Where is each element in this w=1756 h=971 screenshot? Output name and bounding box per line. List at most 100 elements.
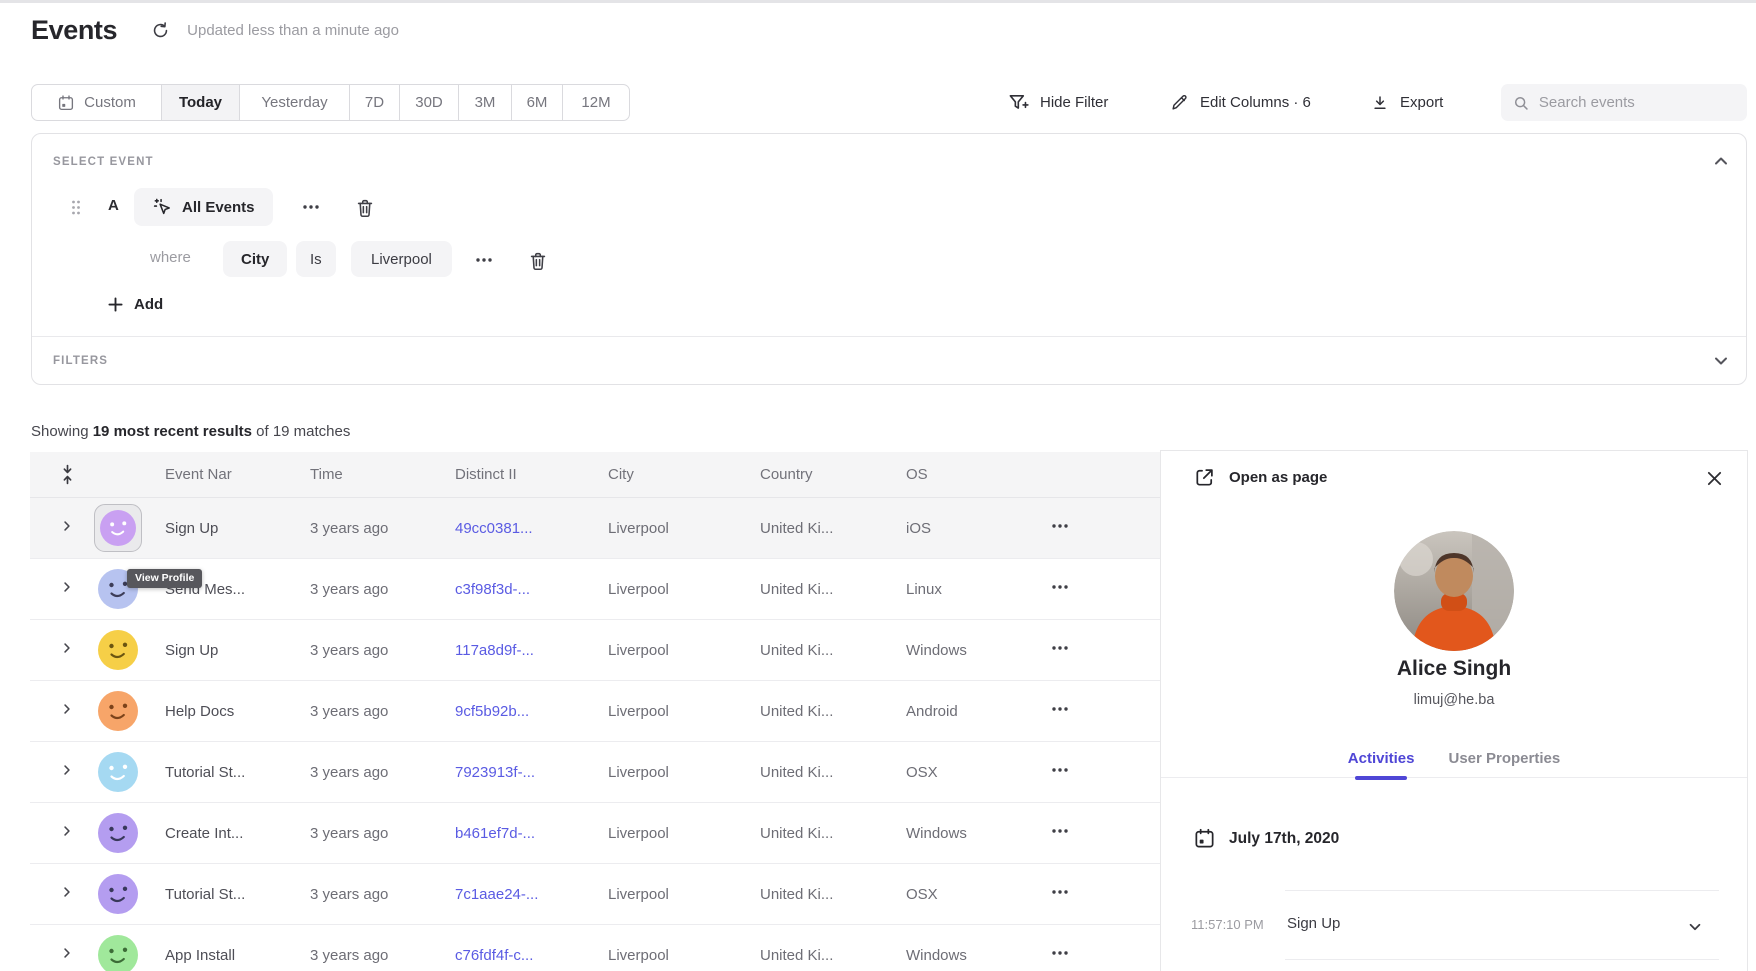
expand-row-icon[interactable] bbox=[60, 824, 74, 838]
operator-chip[interactable]: Is bbox=[296, 241, 336, 277]
delete-filter-icon[interactable] bbox=[525, 248, 551, 274]
row-actions-icon[interactable] bbox=[1050, 699, 1070, 719]
profile-avatar[interactable] bbox=[94, 504, 142, 552]
distinct-id-link[interactable]: 7c1aae24-... bbox=[455, 886, 538, 903]
activity-date-row: July 17th, 2020 bbox=[1193, 827, 1339, 850]
hide-filter-button[interactable]: Hide Filter bbox=[1008, 84, 1108, 121]
column-time[interactable]: Time bbox=[301, 466, 446, 483]
event-name-cell: Sign Up bbox=[165, 642, 218, 659]
activity-divider bbox=[1285, 890, 1719, 891]
os-cell: Windows bbox=[906, 947, 967, 964]
expand-activity-icon[interactable] bbox=[1687, 919, 1703, 935]
collapse-section-icon[interactable] bbox=[1712, 152, 1730, 170]
range-yesterday-button[interactable]: Yesterday bbox=[239, 85, 349, 120]
column-event-name[interactable]: Event Nar bbox=[156, 466, 301, 483]
os-cell: Android bbox=[906, 703, 958, 720]
distinct-id-link[interactable]: 7923913f-... bbox=[455, 764, 535, 781]
profile-avatar[interactable] bbox=[94, 931, 142, 971]
range-3m-button[interactable]: 3M bbox=[458, 85, 511, 120]
avatar-face-icon bbox=[100, 510, 136, 546]
event-options-icon[interactable] bbox=[299, 195, 323, 219]
range-12m-button[interactable]: 12M bbox=[562, 85, 629, 120]
table-row[interactable]: Create Int... 3 years ago b461ef7d-... L… bbox=[30, 803, 1161, 864]
range-30d-button[interactable]: 30D bbox=[399, 85, 458, 120]
refresh-icon[interactable] bbox=[151, 21, 170, 40]
range-today-button[interactable]: Today bbox=[161, 85, 239, 120]
row-actions-icon[interactable] bbox=[1050, 760, 1070, 780]
profile-avatar[interactable] bbox=[94, 870, 142, 918]
profile-avatar[interactable] bbox=[94, 626, 142, 674]
collapse-rows-icon[interactable] bbox=[30, 464, 80, 485]
country-cell: United Ki... bbox=[760, 764, 833, 781]
event-name-cell: Tutorial St... bbox=[165, 764, 245, 781]
clause-letter: A bbox=[108, 197, 119, 214]
search-events-box[interactable] bbox=[1501, 84, 1747, 121]
city-cell: Liverpool bbox=[608, 642, 669, 659]
page-title: Events bbox=[31, 15, 117, 46]
distinct-id-link[interactable]: 117a8d9f-... bbox=[455, 642, 534, 659]
expand-row-icon[interactable] bbox=[60, 519, 74, 533]
distinct-id-link[interactable]: 9cf5b92b... bbox=[455, 703, 529, 720]
property-chip[interactable]: City bbox=[223, 241, 287, 277]
row-actions-icon[interactable] bbox=[1050, 943, 1070, 963]
row-actions-icon[interactable] bbox=[1050, 882, 1070, 902]
expand-row-icon[interactable] bbox=[60, 763, 74, 777]
close-panel-icon[interactable] bbox=[1706, 470, 1723, 487]
filters-bar[interactable]: FILTERS bbox=[53, 336, 1730, 386]
city-cell: Liverpool bbox=[608, 764, 669, 781]
search-input[interactable] bbox=[1539, 94, 1735, 111]
row-actions-icon[interactable] bbox=[1050, 638, 1070, 658]
expand-row-icon[interactable] bbox=[60, 641, 74, 655]
os-cell: Linux bbox=[906, 581, 942, 598]
date-range-group: Custom Today Yesterday 7D 30D 3M 6M 12M bbox=[31, 84, 630, 121]
pencil-icon bbox=[1170, 93, 1189, 112]
distinct-id-link[interactable]: c3f98f3d-... bbox=[455, 581, 530, 598]
expand-row-icon[interactable] bbox=[60, 946, 74, 960]
table-row[interactable]: Tutorial St... 3 years ago 7923913f-... … bbox=[30, 742, 1161, 803]
edit-columns-button[interactable]: Edit Columns · 6 bbox=[1170, 84, 1311, 121]
time-cell: 3 years ago bbox=[310, 703, 388, 720]
value-chip[interactable]: Liverpool bbox=[351, 241, 452, 277]
profile-avatar[interactable] bbox=[94, 809, 142, 857]
distinct-id-link[interactable]: 49cc0381... bbox=[455, 520, 533, 537]
column-country[interactable]: Country bbox=[751, 466, 897, 483]
profile-avatar[interactable] bbox=[94, 748, 142, 796]
select-event-label: SELECT EVENT bbox=[53, 156, 154, 168]
row-actions-icon[interactable] bbox=[1050, 577, 1070, 597]
table-row[interactable]: Help Docs 3 years ago 9cf5b92b... Liverp… bbox=[30, 681, 1161, 742]
row-actions-icon[interactable] bbox=[1050, 821, 1070, 841]
add-button[interactable]: Add bbox=[108, 290, 163, 318]
table-row[interactable]: App Install 3 years ago c76fdf4f-c... Li… bbox=[30, 925, 1161, 971]
all-events-chip[interactable]: All Events bbox=[134, 188, 273, 226]
profile-avatar[interactable] bbox=[94, 687, 142, 735]
filter-options-icon[interactable] bbox=[472, 248, 496, 272]
distinct-id-link[interactable]: b461ef7d-... bbox=[455, 825, 535, 842]
country-cell: United Ki... bbox=[760, 642, 833, 659]
time-cell: 3 years ago bbox=[310, 886, 388, 903]
column-distinct-id[interactable]: Distinct II bbox=[446, 466, 599, 483]
range-6m-button[interactable]: 6M bbox=[511, 85, 562, 120]
table-row[interactable]: Tutorial St... 3 years ago 7c1aae24-... … bbox=[30, 864, 1161, 925]
column-city[interactable]: City bbox=[599, 466, 751, 483]
drag-handle-icon[interactable] bbox=[70, 199, 82, 216]
range-7d-button[interactable]: 7D bbox=[349, 85, 399, 120]
range-custom-button[interactable]: Custom bbox=[32, 85, 161, 120]
expand-row-icon[interactable] bbox=[60, 580, 74, 594]
table-row[interactable]: Sign Up 3 years ago 49cc0381... Liverpoo… bbox=[30, 498, 1161, 559]
row-actions-icon[interactable] bbox=[1050, 516, 1070, 536]
delete-event-icon[interactable] bbox=[352, 195, 378, 221]
expand-row-icon[interactable] bbox=[60, 702, 74, 716]
filters-label: FILTERS bbox=[53, 355, 108, 367]
tab-activities[interactable]: Activities bbox=[1348, 739, 1415, 777]
table-row[interactable]: Sign Up 3 years ago 117a8d9f-... Liverpo… bbox=[30, 620, 1161, 681]
where-clause-row: where City Is Liverpool bbox=[32, 240, 1746, 278]
distinct-id-link[interactable]: c76fdf4f-c... bbox=[455, 947, 533, 964]
expand-row-icon[interactable] bbox=[60, 885, 74, 899]
download-icon bbox=[1371, 94, 1389, 112]
export-button[interactable]: Export bbox=[1371, 84, 1443, 121]
open-as-page-button[interactable]: Open as page bbox=[1193, 466, 1327, 489]
expand-filters-icon[interactable] bbox=[1712, 352, 1730, 370]
city-cell: Liverpool bbox=[608, 825, 669, 842]
column-os[interactable]: OS bbox=[897, 466, 1040, 483]
tab-user-properties[interactable]: User Properties bbox=[1448, 739, 1560, 777]
